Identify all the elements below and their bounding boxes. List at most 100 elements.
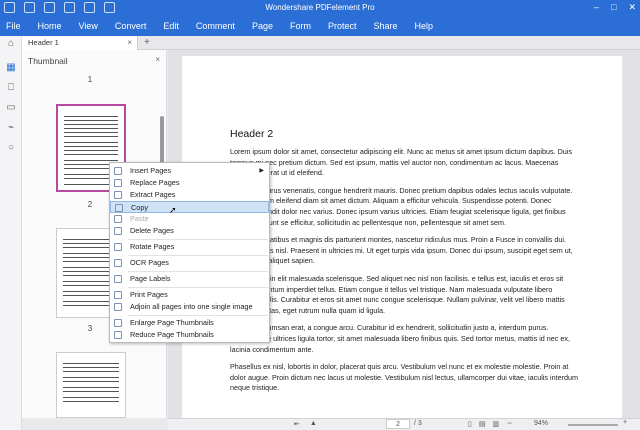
insert-pages-icon [114, 167, 122, 175]
paste-icon [114, 215, 122, 223]
tab-close-button[interactable]: × [127, 38, 132, 47]
menu-item-replace-pages[interactable]: Replace Pages [110, 177, 269, 189]
paragraph-3: natoque penatibus et magnis dis parturie… [230, 235, 573, 266]
page-labels-icon [114, 275, 122, 283]
extract-pages-icon [114, 191, 122, 199]
previous-page-icon[interactable]: ▲ [310, 420, 317, 428]
home-icon[interactable]: ⌂ [5, 38, 17, 50]
bookmark-icon[interactable]: ⎕ [5, 82, 17, 94]
current-page-input[interactable]: 2 [386, 419, 410, 429]
menu-separator [128, 239, 268, 240]
paragraph-2: dapibus a purus venenatis, congue hendre… [230, 185, 573, 227]
menu-item-label: Reduce Page Thumbnails [130, 330, 214, 339]
menu-item-print-pages[interactable]: Print Pages [110, 289, 269, 301]
page-number-3: 3 [87, 324, 93, 333]
menu-separator [128, 255, 268, 256]
mouse-cursor-icon: ➚ [169, 205, 177, 215]
menu-item-label: Rotate Pages [130, 242, 175, 251]
zoom-in-button[interactable]: + [623, 419, 627, 426]
menu-share[interactable]: Share [373, 21, 408, 31]
menu-separator [128, 287, 268, 288]
menu-item-label: OCR Pages [130, 258, 169, 267]
single-page-view-icon[interactable]: ▯ [468, 420, 472, 428]
menu-view[interactable]: View [79, 21, 109, 31]
menu-item-label: Copy [131, 203, 149, 212]
maximize-button[interactable]: □ [611, 2, 616, 13]
menu-item-adjoin-pages[interactable]: Adjoin all pages into one single image [110, 301, 269, 313]
panel-close-button[interactable]: × [155, 55, 160, 64]
menu-convert[interactable]: Convert [115, 21, 158, 31]
search-icon[interactable]: ○ [5, 142, 17, 154]
menu-bar: File Home View Convert Edit Comment Page… [0, 16, 640, 36]
menu-item-paste[interactable]: Paste [110, 213, 269, 225]
two-page-view-icon[interactable]: ▥ [492, 420, 499, 428]
ocr-pages-icon [114, 259, 122, 267]
panel-title: Thumbnail [28, 56, 68, 66]
menu-item-label: Adjoin all pages into one single image [130, 302, 253, 311]
thumbnail-icon[interactable]: ▦ [5, 62, 17, 74]
menu-item-label: Page Labels [130, 274, 171, 283]
page-navigation: ⇤ ▲ [294, 420, 317, 428]
view-mode-buttons: ▯ ▤ ▥ ⇔ [468, 420, 513, 428]
menu-item-insert-pages[interactable]: Insert Pages ▶ [110, 165, 269, 177]
page-number-2: 2 [87, 200, 93, 209]
menu-item-reduce-thumbnails[interactable]: Reduce Page Thumbnails [110, 329, 269, 341]
new-tab-button[interactable]: + [144, 37, 150, 48]
adjoin-image-icon [114, 303, 122, 311]
tab-header-1[interactable]: Header 1 × [22, 36, 138, 50]
close-window-button[interactable]: ✕ [628, 2, 636, 13]
menu-comment[interactable]: Comment [196, 21, 246, 31]
copy-icon [115, 204, 123, 212]
menu-item-copy[interactable]: Copy [110, 201, 269, 213]
left-icon-rail: ⌂ ▦ ⎕ ▭ ⌁ ○ [0, 36, 22, 430]
menu-edit[interactable]: Edit [163, 21, 190, 31]
menu-item-rotate-pages[interactable]: Rotate Pages [110, 241, 269, 253]
replace-pages-icon [114, 179, 122, 187]
menu-separator [128, 315, 268, 316]
menu-protect[interactable]: Protect [328, 21, 368, 31]
menu-home[interactable]: Home [38, 21, 73, 31]
menu-item-label: Print Pages [130, 290, 168, 299]
fit-width-icon[interactable]: ⇔ [506, 420, 513, 428]
page-number-1: 1 [87, 75, 93, 84]
continuous-view-icon[interactable]: ▤ [479, 420, 486, 428]
paragraph-4: gnissim orci in elit malesuada scelerisq… [230, 273, 565, 315]
rotate-pages-icon [114, 243, 122, 251]
menu-item-enlarge-thumbnails[interactable]: Enlarge Page Thumbnails [110, 317, 269, 329]
zoom-level[interactable]: 94% [534, 420, 548, 427]
paragraph-1: Lorem ipsum dolor sit amet, consectetur … [230, 147, 572, 178]
menu-item-page-labels[interactable]: Page Labels [110, 273, 269, 285]
paragraph-6: Phasellus ex nisl, lobortis in dolor, pl… [230, 362, 578, 393]
minimize-button[interactable]: – [594, 2, 599, 13]
first-page-icon[interactable]: ⇤ [294, 420, 300, 428]
document-tab-bar: Header 1 × + [22, 36, 640, 50]
paragraph-5: Nunc in accumsan erat, a congue arcu. Cu… [230, 323, 570, 354]
menu-file[interactable]: File [6, 21, 32, 31]
tab-label: Header 1 [28, 38, 59, 47]
menu-item-label: Extract Pages [130, 190, 176, 199]
menu-item-extract-pages[interactable]: Extract Pages [110, 189, 269, 201]
menu-item-delete-pages[interactable]: Delete Pages [110, 225, 269, 237]
print-pages-icon [114, 291, 122, 299]
window-controls: – □ ✕ [594, 2, 636, 13]
page-total: / 3 [414, 420, 422, 427]
zoom-slider[interactable] [568, 424, 618, 426]
menu-item-label: Delete Pages [130, 226, 174, 235]
menu-item-ocr-pages[interactable]: OCR Pages [110, 257, 269, 269]
attachment-icon[interactable]: ⌁ [5, 122, 17, 134]
submenu-arrow-icon: ▶ [259, 168, 264, 174]
menu-item-label: Insert Pages [130, 166, 171, 175]
delete-pages-icon [114, 227, 122, 235]
menu-page[interactable]: Page [252, 21, 284, 31]
menu-item-label: Enlarge Page Thumbnails [130, 318, 214, 327]
menu-form[interactable]: Form [290, 21, 322, 31]
zoom-out-icon [114, 331, 122, 339]
page-context-menu: Insert Pages ▶ Replace Pages Extract Pag… [109, 162, 270, 343]
comment-icon[interactable]: ▭ [5, 102, 17, 114]
menu-item-label: Paste [130, 214, 149, 223]
title-bar: Wondershare PDFelement Pro – □ ✕ [0, 0, 640, 16]
menu-help[interactable]: Help [415, 21, 445, 31]
menu-separator [128, 271, 268, 272]
menu-item-label: Replace Pages [130, 178, 180, 187]
page-thumbnail-4[interactable] [56, 352, 126, 418]
